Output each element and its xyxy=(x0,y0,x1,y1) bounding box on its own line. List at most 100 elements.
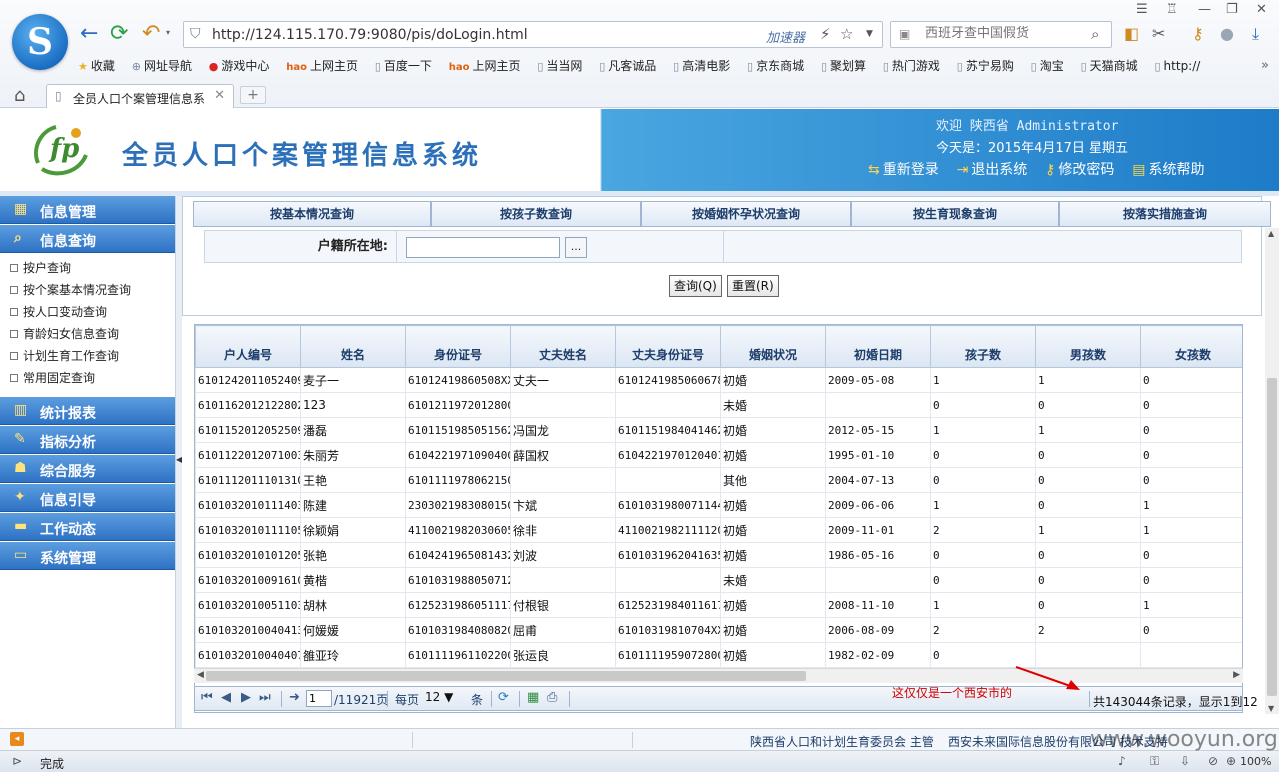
column-header[interactable]: 女孩数 xyxy=(1140,325,1242,368)
browser-logo-icon[interactable]: S xyxy=(12,14,68,70)
lightning-icon[interactable]: ⚡ xyxy=(820,25,831,43)
bookmarks-more-icon[interactable]: » xyxy=(1261,58,1269,73)
column-header[interactable]: 孩子数 xyxy=(930,325,1036,368)
address-input[interactable] xyxy=(406,237,560,258)
table-row[interactable]: 61010320101111051 徐颖娟 41100219820306052 徐非 4… xyxy=(195,517,1242,543)
vertical-scroll-thumb[interactable] xyxy=(1267,378,1277,696)
bookmark-item[interactable]: ▯ 苏宁易购 xyxy=(957,57,1014,74)
bookmark-item[interactable]: ▯ 京东商城 xyxy=(747,57,804,74)
column-header[interactable]: 婚姻状况 xyxy=(720,325,826,368)
goto-page-icon[interactable]: ➜ xyxy=(289,690,300,705)
undo-icon[interactable]: ↶ xyxy=(142,22,160,46)
close-window-icon[interactable]: ✕ xyxy=(1256,2,1267,17)
zoom-icon[interactable]: ⊕ xyxy=(1226,754,1236,768)
bookmark-item[interactable]: ▯ 聚划算 xyxy=(821,57,866,74)
refresh-icon[interactable]: ⟳ xyxy=(110,22,128,46)
sidebar-group-info-query[interactable]: ⌕ 信息查询 xyxy=(0,225,175,253)
bookmark-item[interactable]: ▯ 天猫商城 xyxy=(1081,57,1138,74)
last-page-icon[interactable]: ⏭ xyxy=(259,690,271,705)
scissors-icon[interactable]: ✂ xyxy=(1152,24,1165,43)
bookmark-item[interactable]: ● 游戏中心 xyxy=(209,57,270,74)
tab-measures-query[interactable]: 按落实措施查询 xyxy=(1059,201,1271,227)
sidebar-group-services[interactable]: ☗ 综合服务 xyxy=(0,455,175,483)
key-icon[interactable]: ⚷ xyxy=(1192,24,1204,43)
back-icon[interactable]: ← xyxy=(80,22,98,46)
url-text[interactable]: http://124.115.170.79:9080/pis/doLogin.h… xyxy=(212,27,528,43)
restore-icon[interactable]: ❐ xyxy=(1226,2,1238,17)
bookmark-item[interactable]: hao 上网主页 xyxy=(286,57,358,74)
sidebar-toggle-icon[interactable]: ⊳ xyxy=(12,754,22,768)
address-bar[interactable]: ⛉ http://124.115.170.79:9080/pis/doLogin… xyxy=(183,21,883,48)
bookmark-item[interactable]: ▯ 凡客诚品 xyxy=(599,57,656,74)
scroll-down-icon[interactable]: ▼ xyxy=(1268,704,1274,713)
logout-link[interactable]: ⇥ 退出系统 xyxy=(957,159,1028,179)
horizontal-scrollbar[interactable]: ◀ ▶ xyxy=(194,668,1243,683)
change-password-link[interactable]: ⚷ 修改密码 xyxy=(1045,159,1114,179)
next-page-icon[interactable]: ▶ xyxy=(241,690,251,705)
help-link[interactable]: ▤ 系统帮助 xyxy=(1132,159,1204,179)
search-input[interactable] xyxy=(925,26,1085,41)
column-header[interactable]: 男孩数 xyxy=(1035,325,1141,368)
scroll-left-icon[interactable]: ◀ xyxy=(197,670,204,680)
search-engine-icon[interactable]: ▣ xyxy=(899,27,910,41)
sidebar-group-info-management[interactable]: ▦ 信息管理 xyxy=(0,196,175,224)
sidebar-item-childbearing-women[interactable]: 育龄妇女信息查询 xyxy=(10,325,119,342)
search-icon[interactable]: ⌕ xyxy=(1091,25,1099,43)
page-size-select[interactable]: 12 ▼ xyxy=(425,690,453,704)
more-options-icon[interactable]: ● xyxy=(1220,24,1234,43)
query-button[interactable]: 查询(Q) xyxy=(669,275,722,297)
undo-dropdown-icon[interactable]: ▾ xyxy=(166,28,170,37)
bookmark-item[interactable]: ▯ 百度一下 xyxy=(375,57,432,74)
sidebar-group-system[interactable]: ▭ 系统管理 xyxy=(0,542,175,570)
sidebar-item-by-individual[interactable]: 按个案基本情况查询 xyxy=(10,281,131,298)
download-icon[interactable]: ⤓ xyxy=(1252,24,1259,44)
zoom-level[interactable]: 100% xyxy=(1240,755,1271,768)
column-header[interactable]: 姓名 xyxy=(300,325,406,368)
table-row[interactable]: 61011620121228021 123 61012119720128002 未婚 0… xyxy=(195,392,1242,418)
column-header[interactable]: 初婚日期 xyxy=(825,325,931,368)
first-page-icon[interactable]: ⏮ xyxy=(201,690,213,705)
new-tab-button[interactable]: + xyxy=(240,86,266,104)
tab-close-icon[interactable]: ✕ xyxy=(214,88,225,103)
column-header[interactable]: 身份证号 xyxy=(405,325,511,368)
address-dropdown-icon[interactable]: ▼ xyxy=(866,29,873,39)
sidebar-group-guidance[interactable]: ✦ 信息引导 xyxy=(0,484,175,512)
favorite-star-icon[interactable]: ☆ xyxy=(840,25,853,43)
sidebar-item-fixed-queries[interactable]: 常用固定查询 xyxy=(10,369,95,386)
table-row[interactable]: 61010320101114035 陈建 23030219830801502 卞斌 61… xyxy=(195,492,1242,518)
bookmark-item[interactable]: ▯ 热门游戏 xyxy=(883,57,940,74)
volume-icon[interactable]: ♪ xyxy=(1118,754,1126,768)
download-status-icon[interactable]: ⇩ xyxy=(1180,754,1190,768)
horizontal-scroll-thumb[interactable] xyxy=(206,671,806,681)
table-row[interactable]: 61010320100916104 黄楷 61010319880507122 未婚 0 0… xyxy=(195,567,1242,593)
tab-marriage-query[interactable]: 按婚姻怀孕状况查询 xyxy=(641,201,851,227)
table-row[interactable]: 61010320101012051 张艳 61042419650814322 刘波 61… xyxy=(195,542,1242,568)
bookmark-item[interactable]: ★ 收藏 xyxy=(78,57,115,74)
tab-birth-query[interactable]: 按生育现象查询 xyxy=(851,201,1059,227)
bookmark-item[interactable]: hao 上网主页 xyxy=(449,57,521,74)
accelerator-label[interactable]: 加速器 xyxy=(766,27,805,46)
sidebar-item-by-population-change[interactable]: 按人口变动查询 xyxy=(10,303,107,320)
prev-page-icon[interactable]: ◀ xyxy=(221,690,231,705)
scroll-up-icon[interactable]: ▲ xyxy=(1268,229,1274,238)
table-row[interactable]: 61010320100404074 雒亚玲 61011119611022002 张运良… xyxy=(195,642,1242,668)
refresh-grid-icon[interactable]: ⟳ xyxy=(498,690,509,705)
home-icon[interactable]: ⌂ xyxy=(14,85,25,106)
sidebar-group-reports[interactable]: ▥ 统计报表 xyxy=(0,397,175,425)
coupon-icon[interactable]: ◧ xyxy=(1124,24,1139,43)
relogin-link[interactable]: ⇆ 重新登录 xyxy=(868,159,939,179)
adblock-icon[interactable]: ⊘ xyxy=(1208,754,1218,768)
table-row[interactable]: 61011120111013104 王艳 61011119780621508 其他 20… xyxy=(195,467,1242,493)
table-row[interactable]: 61011220120710032 朱丽芳 61042219710904002 薛国权… xyxy=(195,442,1242,468)
bookmark-item[interactable]: ▯ 当当网 xyxy=(537,57,582,74)
sidebar-item-by-household[interactable]: 按户查询 xyxy=(10,259,71,276)
scroll-right-icon[interactable]: ▶ xyxy=(1233,670,1240,680)
search-box[interactable]: ▣ ⌕ xyxy=(890,21,1112,48)
sidebar-item-family-planning-work[interactable]: 计划生育工作查询 xyxy=(10,347,119,364)
export-excel-icon[interactable]: ▦ xyxy=(527,690,539,705)
bookmark-item[interactable]: ▯ 淘宝 xyxy=(1031,57,1064,74)
column-header[interactable]: 丈夫姓名 xyxy=(510,325,616,368)
skin-icon[interactable]: ♖ xyxy=(1166,2,1178,17)
table-row[interactable]: 61012420110524093 麦子一 61012419860508XXX 丈夫一… xyxy=(195,367,1242,393)
bookmark-item[interactable]: ▯ 高清电影 xyxy=(673,57,730,74)
